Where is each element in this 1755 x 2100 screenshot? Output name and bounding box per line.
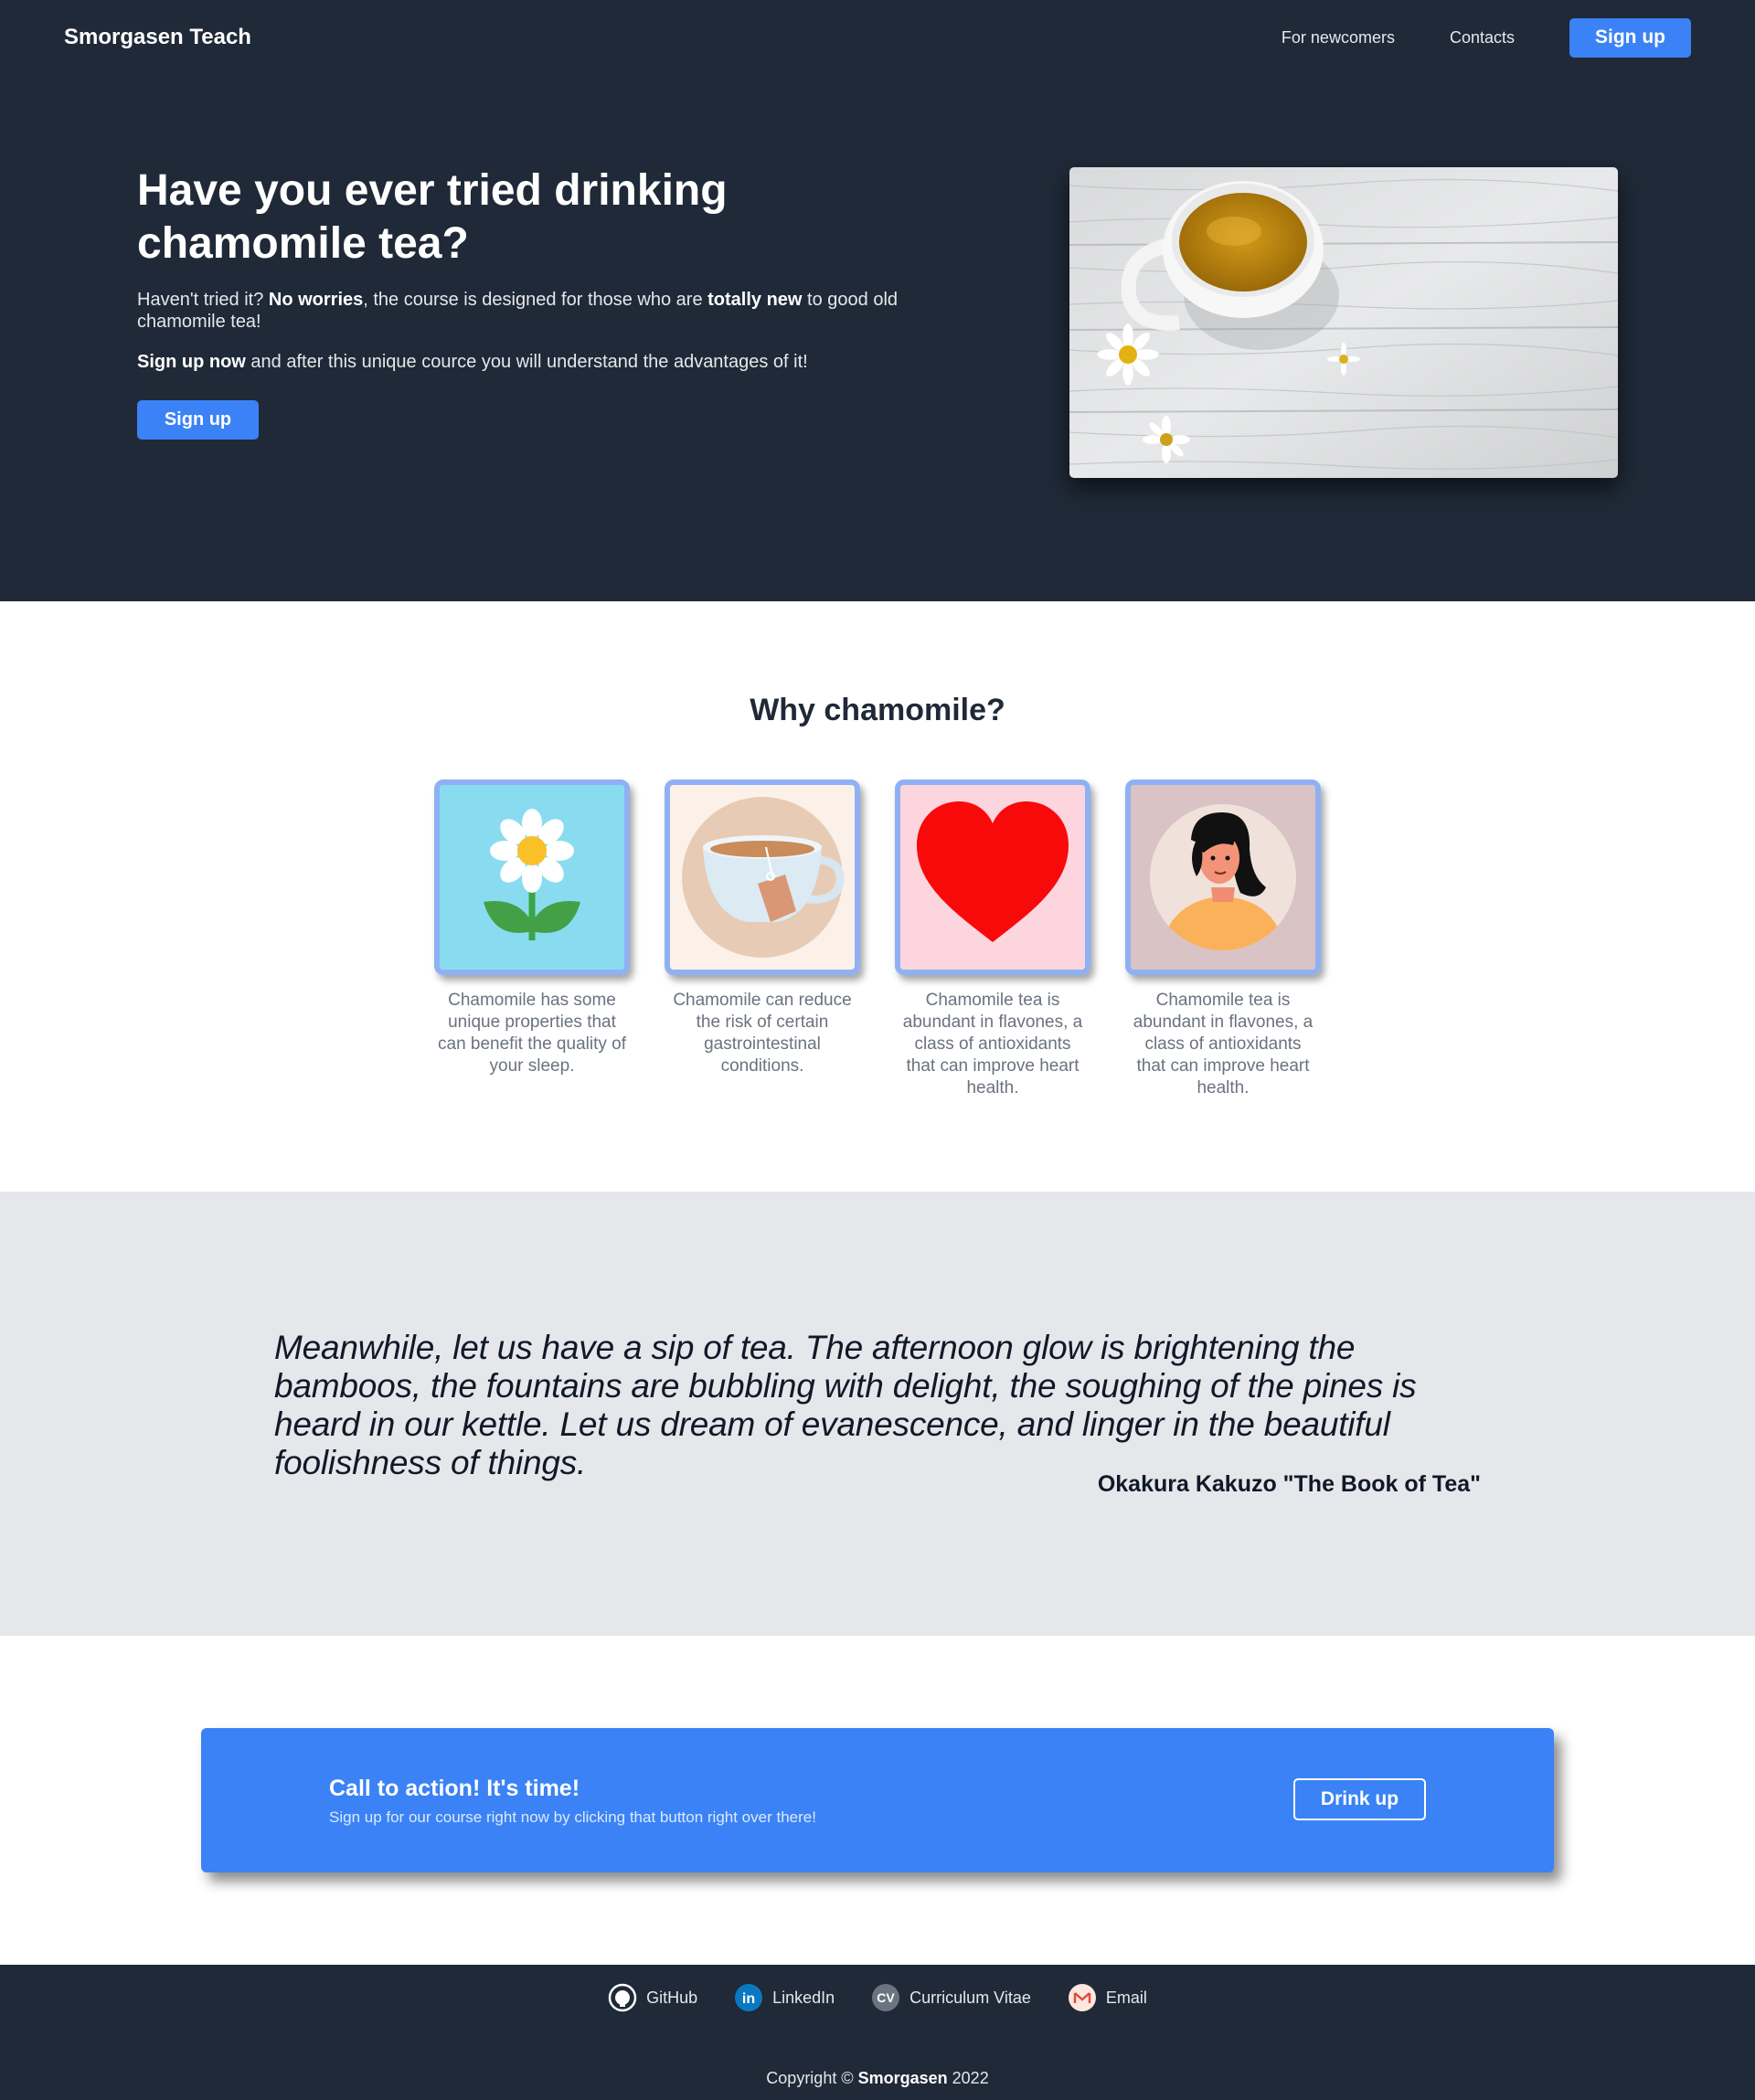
footer-link-linkedin[interactable]: in LinkedIn (734, 1983, 835, 2012)
footer-link-cv[interactable]: CV Curriculum Vitae (871, 1983, 1031, 2012)
nav-link-for-newcomers[interactable]: For newcomers (1282, 28, 1395, 48)
footer-links: GitHub in LinkedIn CV Curriculum Vitae E… (0, 1983, 1755, 2012)
chamomile-flower-icon (434, 780, 630, 975)
copyright: Copyright © Smorgasen 2022 (0, 2069, 1755, 2088)
feature-card-heart: Chamomile tea is abundant in flavones, a… (895, 780, 1090, 1099)
hero-signup-button[interactable]: Sign up (137, 400, 259, 440)
cta-title: Call to action! It's time! (329, 1776, 580, 1801)
feature-text-sleep: Chamomile has some unique properties tha… (438, 991, 626, 1076)
footer-link-label: Email (1105, 1988, 1147, 2007)
footer-link-email[interactable]: Email (1068, 1983, 1147, 2012)
nav-links: For newcomers Contacts Sign up (1227, 17, 1691, 58)
cv-icon: CV (871, 1983, 900, 2012)
brand-logo[interactable]: Smorgasen Teach (64, 25, 251, 50)
feature-card-avatar: Chamomile tea is abundant in flavones, a… (1125, 780, 1321, 1099)
footer-link-label: Curriculum Vitae (909, 1988, 1031, 2007)
chamomile-tea-photo (1069, 167, 1618, 478)
copyright-prefix: Copyright © (766, 2069, 858, 2087)
navbar: Smorgasen Teach For newcomers Contacts S… (0, 0, 1755, 75)
quote-text: Meanwhile, let us have a sip of tea. The… (274, 1329, 1417, 1481)
linkedin-icon: in (734, 1983, 763, 2012)
cta-section: Call to action! It's time! Sign up for o… (0, 1636, 1755, 1965)
feature-text-heart: Chamomile tea is abundant in flavones, a… (902, 991, 1083, 1098)
github-icon (608, 1983, 637, 2012)
hero-p2-bold: Sign up now (137, 352, 246, 372)
email-icon (1068, 1983, 1097, 2012)
hero-paragraph-1: Haven't tried it? No worries, the course… (137, 289, 941, 333)
why-section: Why chamomile? Chamomile has some unique… (0, 601, 1755, 1192)
hero-paragraph-2: Sign up now and after this unique cource… (137, 351, 941, 373)
feature-text-digestion: Chamomile can reduce the risk of certain… (673, 991, 852, 1076)
nav-signup-button[interactable]: Sign up (1569, 17, 1691, 58)
nav-link-contacts[interactable]: Contacts (1450, 28, 1515, 48)
footer: GitHub in LinkedIn CV Curriculum Vitae E… (0, 1965, 1755, 2100)
copyright-year: 2022 (947, 2069, 989, 2087)
svg-text:CV: CV (877, 1990, 895, 2005)
svg-text:in: in (742, 1991, 755, 2007)
cta-text: Sign up for our course right now by clic… (329, 1808, 816, 1826)
feature-text-avatar: Chamomile tea is abundant in flavones, a… (1133, 991, 1314, 1098)
hero-section: Smorgasen Teach For newcomers Contacts S… (0, 0, 1755, 601)
hero-p1-text-b: , the course is designed for those who a… (363, 290, 708, 310)
footer-link-label: GitHub (646, 1988, 698, 2007)
why-title: Why chamomile? (750, 693, 1005, 727)
copyright-name: Smorgasen (857, 2069, 948, 2087)
quote-citation: Okakura Kakuzo "The Book of Tea" (1097, 1471, 1481, 1497)
feature-card-digestion: Chamomile can reduce the risk of certain… (665, 780, 860, 1099)
tea-cup-icon (665, 780, 860, 975)
heart-icon (895, 780, 1090, 975)
cta-banner: Call to action! It's time! Sign up for o… (201, 1728, 1554, 1872)
hero-p1-bold-a: No worries (268, 290, 364, 310)
feature-cards: Chamomile has some unique properties tha… (434, 780, 1356, 1099)
footer-link-label: LinkedIn (772, 1988, 835, 2007)
quote-section: Meanwhile, let us have a sip of tea. The… (0, 1192, 1755, 1636)
hero-p1-bold-b: totally new (707, 290, 803, 310)
footer-link-github[interactable]: GitHub (608, 1983, 697, 2012)
drink-up-button[interactable]: Drink up (1293, 1778, 1426, 1820)
hero-p1-text-a: Haven't tried it? (137, 290, 269, 310)
hero-content: Have you ever tried drinking chamomile t… (137, 164, 941, 440)
hero-p2-text: and after this unique cource you will un… (245, 352, 808, 372)
feature-card-sleep: Chamomile has some unique properties tha… (434, 780, 630, 1099)
hero-title: Have you ever tried drinking chamomile t… (137, 166, 728, 268)
woman-avatar-icon (1125, 780, 1321, 975)
